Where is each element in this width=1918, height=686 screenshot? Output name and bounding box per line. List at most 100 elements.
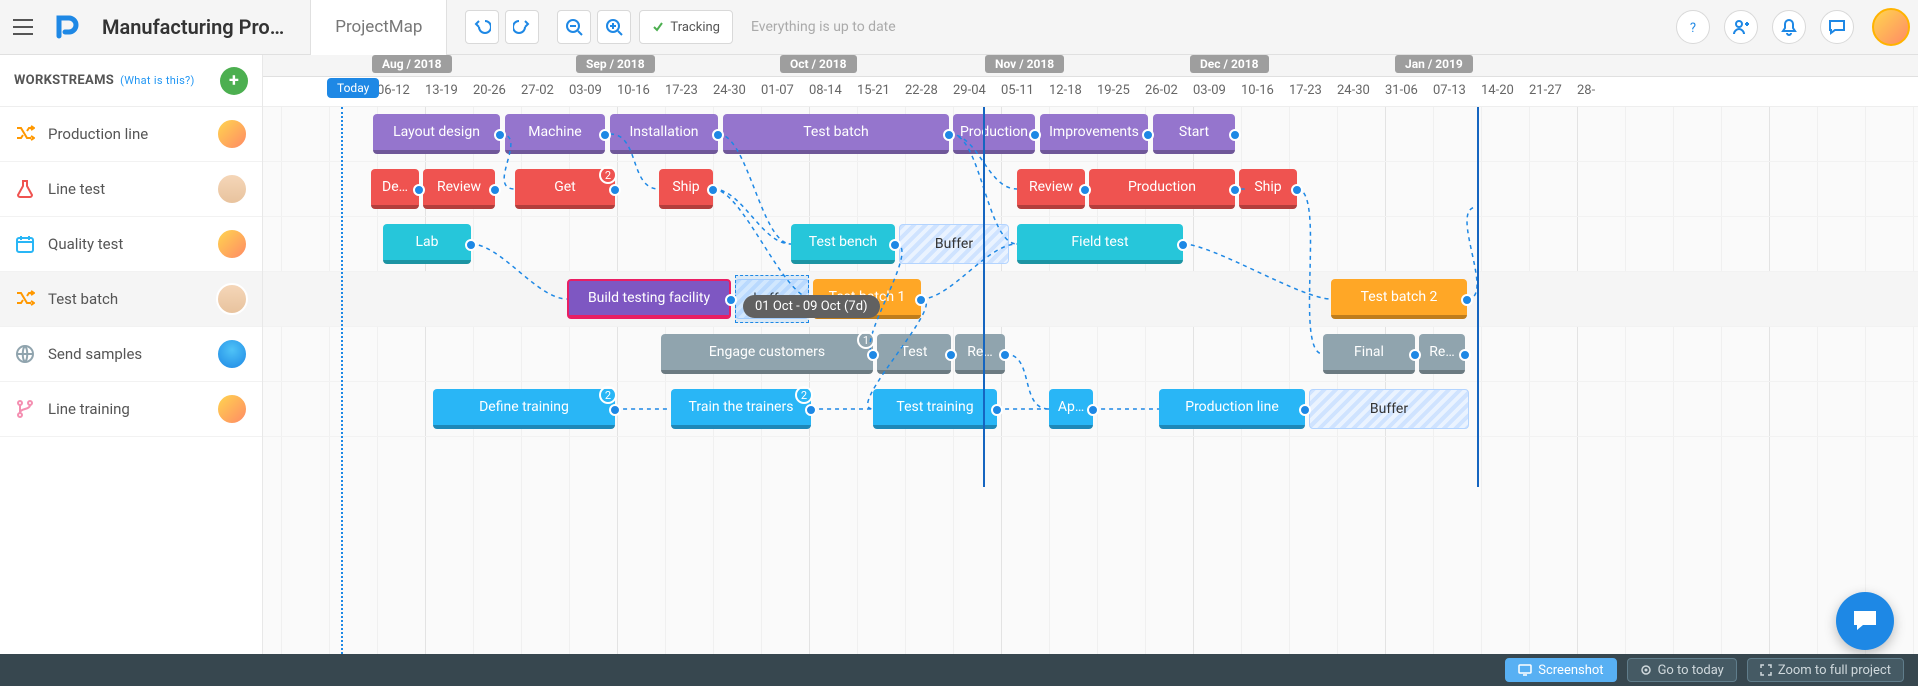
dependency-dot[interactable]: [915, 294, 927, 306]
task-bar[interactable]: Ship: [659, 169, 713, 209]
task-bar[interactable]: Test bench: [791, 224, 895, 264]
dependency-dot[interactable]: [1229, 184, 1241, 196]
dependency-dot[interactable]: [805, 404, 817, 416]
zoom-in-button[interactable]: [597, 10, 631, 44]
task-bar[interactable]: Production: [953, 114, 1035, 154]
task-bar[interactable]: De…: [371, 169, 419, 209]
workstream-avatar[interactable]: [216, 393, 248, 425]
task-bar[interactable]: Lab: [383, 224, 471, 264]
dependency-dot[interactable]: [1229, 129, 1241, 141]
week-label[interactable]: 10-16: [617, 83, 650, 98]
dependency-dot[interactable]: [494, 129, 506, 141]
dependency-dot[interactable]: [1087, 404, 1099, 416]
project-title[interactable]: Manufacturing Pro…: [102, 15, 284, 39]
what-is-this-link[interactable]: (What is this?): [120, 74, 195, 87]
chat-fab[interactable]: [1836, 592, 1894, 650]
dependency-dot[interactable]: [1029, 129, 1041, 141]
task-bar[interactable]: Re…: [955, 334, 1005, 374]
week-label[interactable]: 15-21: [857, 83, 890, 98]
hamburger-menu[interactable]: [8, 12, 38, 42]
dependency-dot[interactable]: [1079, 184, 1091, 196]
week-label[interactable]: 22-28: [905, 83, 938, 98]
chat-button[interactable]: [1820, 10, 1854, 44]
task-bar[interactable]: Review: [1017, 169, 1085, 209]
workstream-row[interactable]: Production line: [0, 107, 262, 162]
task-bar[interactable]: Machine: [505, 114, 605, 154]
week-label[interactable]: 07-13: [1433, 83, 1466, 98]
task-bar[interactable]: Test: [877, 334, 951, 374]
dependency-dot[interactable]: [707, 184, 719, 196]
week-label[interactable]: 03-09: [569, 83, 602, 98]
add-workstream-button[interactable]: +: [220, 67, 248, 95]
dependency-dot[interactable]: [867, 349, 879, 361]
task-bar[interactable]: Layout design: [373, 114, 500, 154]
help-button[interactable]: ?: [1676, 10, 1710, 44]
workstream-avatar[interactable]: [216, 118, 248, 150]
week-label[interactable]: 24-30: [1337, 83, 1370, 98]
task-bar[interactable]: Ship: [1239, 169, 1297, 209]
task-bar[interactable]: Test batch: [723, 114, 949, 154]
zoom-full-button[interactable]: Zoom to full project: [1747, 658, 1904, 682]
task-bar[interactable]: Start: [1153, 114, 1235, 154]
task-bar[interactable]: Improvements: [1040, 114, 1148, 154]
dependency-dot[interactable]: [413, 184, 425, 196]
dependency-dot[interactable]: [712, 129, 724, 141]
week-label[interactable]: 05-11: [1001, 83, 1034, 98]
notifications-button[interactable]: [1772, 10, 1806, 44]
buffer-block[interactable]: Buffer: [899, 224, 1009, 264]
task-bar[interactable]: Build testing facility: [567, 279, 731, 319]
week-label[interactable]: 24-30: [713, 83, 746, 98]
week-label[interactable]: 28-: [1577, 83, 1595, 98]
dependency-dot[interactable]: [1291, 184, 1303, 196]
week-label[interactable]: 10-16: [1241, 83, 1274, 98]
dependency-dot[interactable]: [465, 239, 477, 251]
dependency-dot[interactable]: [991, 404, 1003, 416]
dependency-dot[interactable]: [889, 239, 901, 251]
dependency-dot[interactable]: [609, 184, 621, 196]
dependency-dot[interactable]: [945, 349, 957, 361]
week-label[interactable]: 08-14: [809, 83, 842, 98]
today-badge[interactable]: Today: [327, 78, 379, 98]
invite-button[interactable]: [1724, 10, 1758, 44]
week-label[interactable]: 13-19: [425, 83, 458, 98]
workstream-row[interactable]: Quality test: [0, 217, 262, 272]
week-label[interactable]: 20-26: [473, 83, 506, 98]
task-bar[interactable]: Final: [1323, 334, 1415, 374]
week-label[interactable]: 31-06: [1385, 83, 1418, 98]
week-label[interactable]: 06-12: [377, 83, 410, 98]
workstream-avatar[interactable]: [216, 338, 248, 370]
goto-today-button[interactable]: Go to today: [1627, 658, 1737, 682]
dependency-dot[interactable]: [599, 129, 611, 141]
dependency-dot[interactable]: [1409, 349, 1421, 361]
task-bar[interactable]: Installation: [610, 114, 718, 154]
user-avatar[interactable]: [1872, 8, 1910, 46]
app-logo[interactable]: [52, 11, 84, 43]
week-label[interactable]: 29-04: [953, 83, 986, 98]
task-bar[interactable]: Field test: [1017, 224, 1183, 264]
week-label[interactable]: 17-23: [1289, 83, 1322, 98]
week-label[interactable]: 03-09: [1193, 83, 1226, 98]
dependency-dot[interactable]: [1459, 349, 1471, 361]
zoom-out-button[interactable]: [557, 10, 591, 44]
dependency-dot[interactable]: [725, 294, 737, 306]
dependency-dot[interactable]: [943, 129, 955, 141]
workstream-avatar[interactable]: [216, 283, 248, 315]
task-bar[interactable]: Test batch 2: [1331, 279, 1467, 319]
week-label[interactable]: 21-27: [1529, 83, 1562, 98]
dependency-dot[interactable]: [1299, 404, 1311, 416]
undo-button[interactable]: [465, 10, 499, 44]
tab-projectmap[interactable]: ProjectMap: [310, 0, 447, 55]
tracking-toggle[interactable]: Tracking: [639, 10, 733, 44]
task-bar[interactable]: Train the trainers: [671, 389, 811, 429]
task-bar[interactable]: Review: [423, 169, 495, 209]
week-label[interactable]: 01-07: [761, 83, 794, 98]
dependency-dot[interactable]: [1461, 294, 1473, 306]
dependency-dot[interactable]: [1142, 129, 1154, 141]
task-bar[interactable]: Production line: [1159, 389, 1305, 429]
week-label[interactable]: 26-02: [1145, 83, 1178, 98]
buffer-block[interactable]: Buffer: [1309, 389, 1469, 429]
dependency-dot[interactable]: [999, 349, 1011, 361]
workstream-row[interactable]: Line test: [0, 162, 262, 217]
task-bar[interactable]: Production: [1089, 169, 1235, 209]
week-label[interactable]: 12-18: [1049, 83, 1082, 98]
